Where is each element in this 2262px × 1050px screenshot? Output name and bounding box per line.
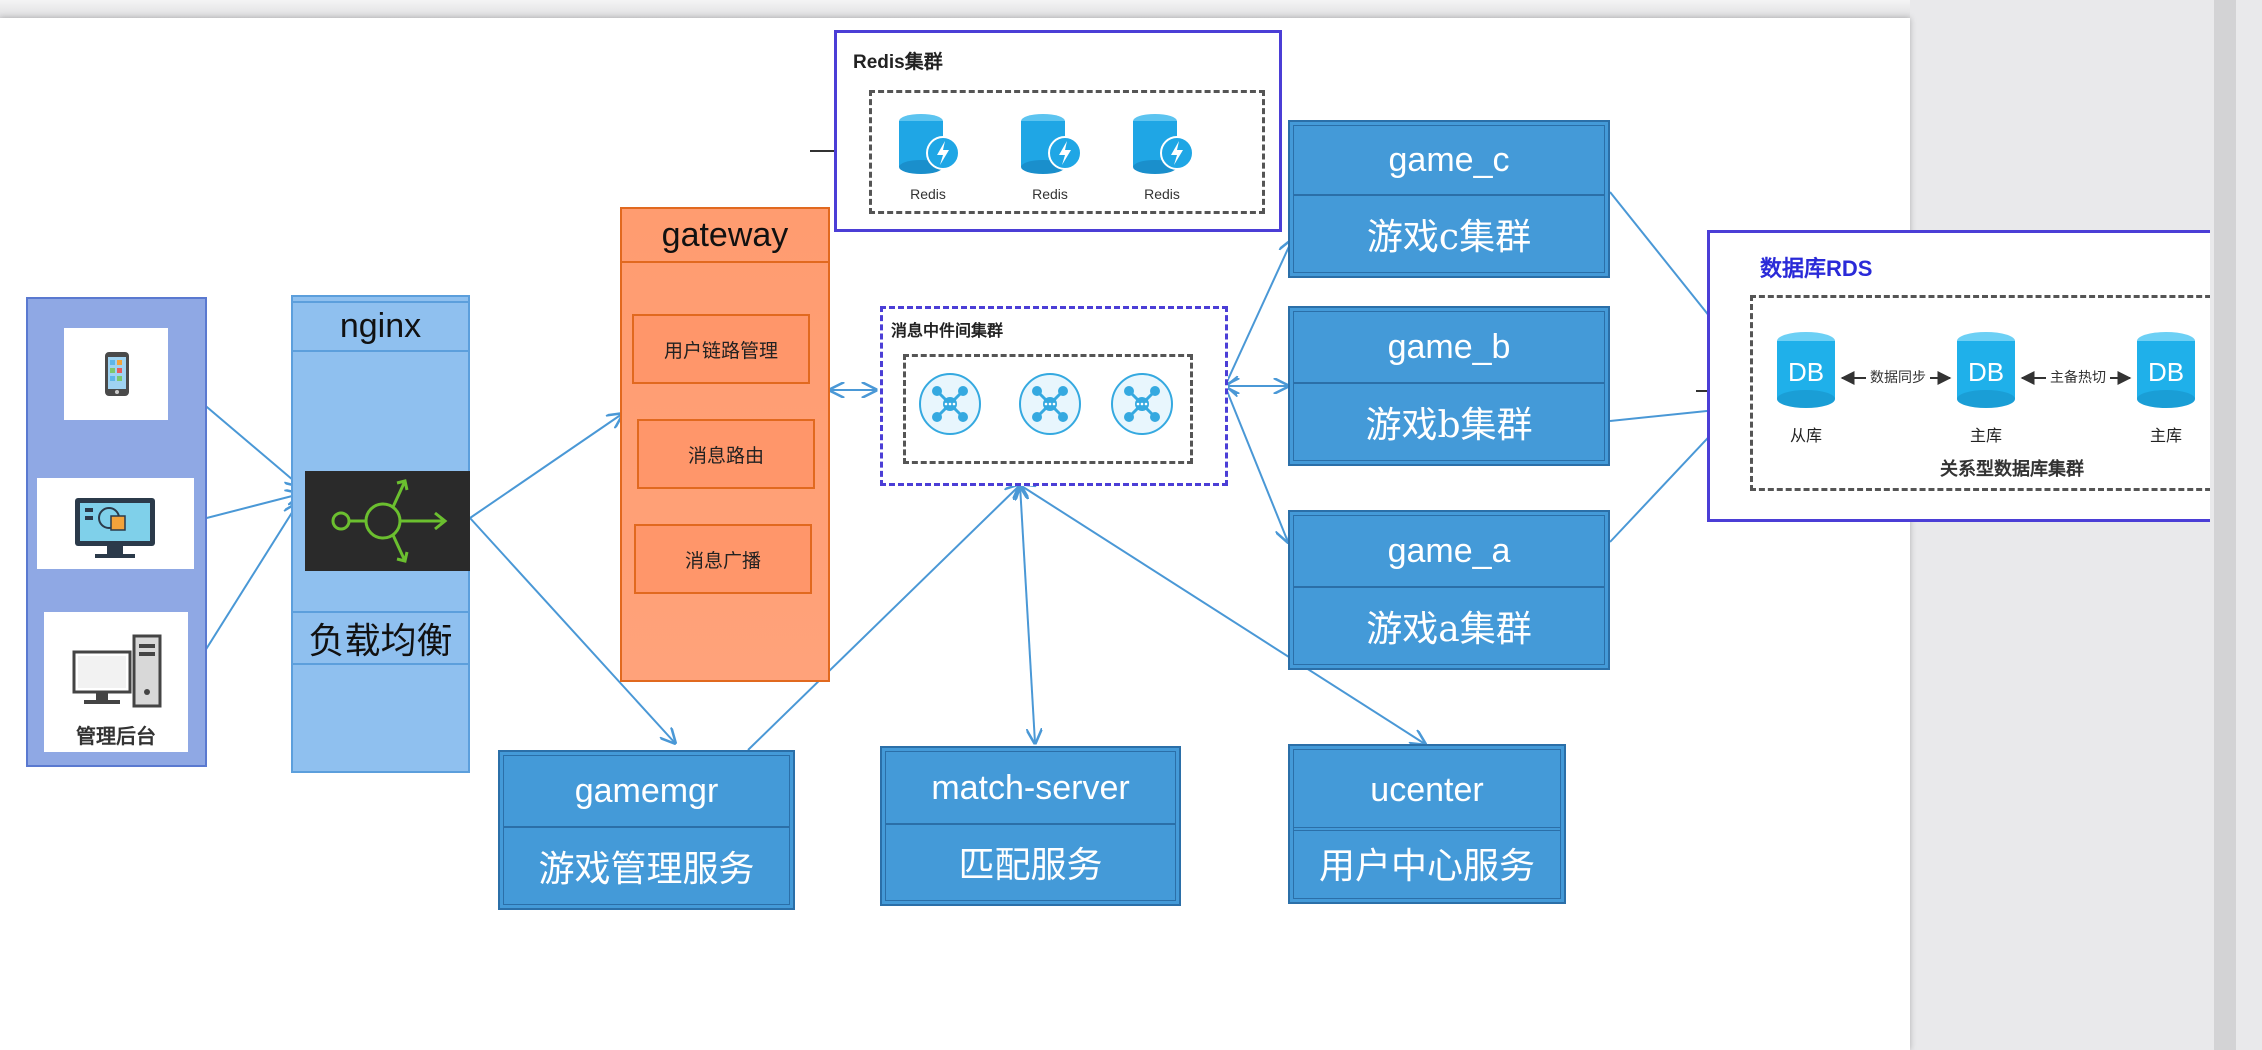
game-b-name: game_b [1293, 311, 1605, 383]
load-balancer-box [305, 471, 470, 571]
redis-node-label: Redis [1032, 186, 1068, 202]
message-hub-icon [1032, 386, 1068, 422]
message-hub-icon [932, 386, 968, 422]
match-server-desc: 匹配服务 [885, 823, 1176, 901]
db-cluster-footer: 关系型数据库集群 [1940, 459, 2084, 479]
arrow-nginx-gateway [469, 414, 622, 519]
mq-cluster-title: 消息中件间集群 [891, 323, 1004, 340]
match-server-name: match-server [885, 751, 1176, 825]
redis-cluster: Redis集群 Redis Redis Redis [834, 30, 1282, 232]
db-failover-label: 主备热切 [2046, 367, 2110, 387]
arrow-match-mq [1020, 485, 1035, 743]
mobile-phone-icon [105, 352, 129, 396]
game-a-desc: 游戏a集群 [1293, 587, 1605, 665]
arrow-desktop-nginx [194, 494, 300, 522]
redis-node-label: Redis [910, 186, 946, 202]
redis-node-2: Redis [1015, 111, 1085, 202]
nginx-title: nginx [293, 301, 468, 352]
redis-cluster-title: Redis集群 [853, 52, 943, 73]
game-c-desc: 游戏c集群 [1293, 195, 1605, 273]
gateway-item-broadcast: 消息广播 [634, 524, 812, 594]
gateway-title: gateway [622, 209, 828, 263]
game-c-cluster[interactable]: game_c 游戏c集群 [1288, 120, 1610, 278]
game-a-cluster[interactable]: game_a 游戏a集群 [1288, 510, 1610, 670]
mq-cluster: 消息中件间集群 [880, 306, 1228, 486]
admin-pc-icon [72, 634, 162, 708]
db-sync-label: 数据同步 [1866, 367, 1930, 387]
desktop-client-card[interactable] [37, 478, 194, 569]
ucenter-name: ucenter [1293, 749, 1561, 831]
match-server-service[interactable]: match-server 匹配服务 [880, 746, 1181, 906]
game-b-cluster[interactable]: game_b 游戏b集群 [1288, 306, 1610, 466]
rds-cluster: 数据库RDS DB 从库 DB 主库 DB 主库 数据同步 主备热切 关系型数据… [1707, 230, 2210, 522]
load-balancer-icon [331, 479, 448, 563]
ucenter-desc: 用户中心服务 [1293, 827, 1561, 899]
arrow-mq-game-a [1225, 386, 1288, 542]
redis-node-3: Redis [1127, 111, 1197, 202]
redis-node-1: Redis [893, 111, 963, 202]
game-c-name: game_c [1293, 125, 1605, 195]
game-b-desc: 游戏b集群 [1293, 383, 1605, 461]
admin-label: 管理后台 [76, 726, 156, 748]
diagram-canvas: 管理后台 nginx 负载均衡 gateway 用户链路管理 消息路由 消息广播 [0, 18, 2210, 1050]
gateway-item-routing: 消息路由 [637, 419, 815, 489]
redis-icon [1021, 114, 1082, 174]
message-hub-icon [1124, 386, 1160, 422]
nginx-title-text: nginx [339, 307, 422, 345]
gateway-title-text: gateway [661, 215, 789, 254]
gateway-column: gateway 用户链路管理 消息路由 消息广播 [620, 207, 830, 682]
gateway-item-link-mgmt: 用户链路管理 [632, 314, 810, 384]
desktop-monitor-icon [75, 498, 155, 558]
redis-icon [899, 114, 960, 174]
gamemgr-name: gamemgr [503, 755, 790, 827]
game-a-name: game_a [1293, 515, 1605, 587]
gamemgr-service[interactable]: gamemgr 游戏管理服务 [498, 750, 795, 910]
redis-node-label: Redis [1144, 186, 1180, 202]
arrow-mq-game-c [1225, 240, 1292, 386]
ucenter-service[interactable]: ucenter 用户中心服务 [1288, 744, 1566, 904]
mq-node-3 [1111, 373, 1173, 435]
mobile-client-card[interactable] [64, 328, 168, 420]
mq-node-2 [1019, 373, 1081, 435]
nginx-subtitle-text: 负载均衡 [308, 621, 453, 662]
gamemgr-desc: 游戏管理服务 [503, 827, 790, 905]
redis-icon [1133, 114, 1194, 174]
nginx-subtitle: 负载均衡 [293, 611, 468, 665]
admin-client-card[interactable]: 管理后台 [44, 612, 188, 752]
mq-node-1 [919, 373, 981, 435]
